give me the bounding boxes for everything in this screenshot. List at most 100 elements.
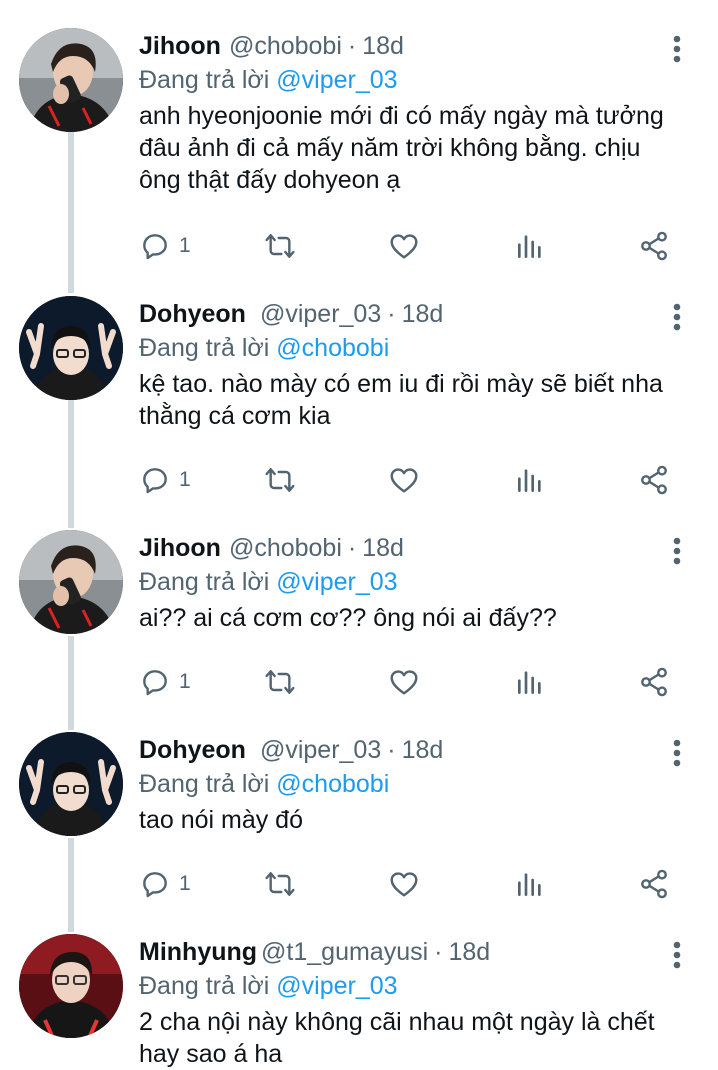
more-options-button[interactable] [664, 534, 690, 568]
replying-to-label: Đang trả lời [139, 770, 270, 798]
user-handle[interactable]: @viper_03 [260, 736, 381, 765]
replying-to-label: Đang trả lời [139, 568, 270, 596]
user-handle[interactable]: @viper_03 [260, 300, 381, 329]
bar-chart-icon [518, 469, 541, 492]
like-button[interactable] [388, 662, 420, 702]
retweet-arrows-icon [265, 234, 295, 258]
share-nodes-icon [641, 231, 667, 261]
vertical-dots-icon [673, 35, 681, 63]
bar-chart-icon [518, 873, 541, 896]
replying-to-mention[interactable]: @viper_03 [276, 972, 397, 1000]
tweet-header: Dohyeon @viper_03 · 18d [139, 736, 443, 770]
views-button[interactable] [514, 662, 546, 702]
action-bar: 1 [0, 460, 718, 500]
avatar-minhyung[interactable] [19, 934, 123, 1038]
display-name[interactable]: Jihoon [139, 32, 221, 61]
like-button[interactable] [388, 864, 420, 904]
replying-to: Đang trả lời @viper_03 [139, 972, 398, 1001]
speech-bubble-icon [143, 670, 167, 696]
share-nodes-icon [641, 465, 667, 495]
replying-to-label: Đang trả lời [139, 66, 270, 94]
replying-to: Đang trả lời @chobobi [139, 334, 389, 363]
replying-to-mention[interactable]: @chobobi [276, 334, 389, 362]
reply-count: 1 [179, 872, 191, 895]
separator-dot: · [347, 534, 357, 562]
heart-icon [390, 468, 418, 493]
retweet-button[interactable] [262, 662, 298, 702]
reply-count: 1 [179, 468, 191, 491]
replying-to-mention[interactable]: @viper_03 [276, 568, 397, 596]
display-name[interactable]: Minhyung [139, 938, 257, 967]
user-handle[interactable]: @chobobi [229, 32, 342, 61]
avatar-dohyeon[interactable] [19, 296, 123, 400]
retweet-button[interactable] [262, 460, 298, 500]
vertical-dots-icon [673, 303, 681, 331]
heart-icon [390, 670, 418, 695]
speech-bubble-icon [143, 872, 167, 898]
replying-to-mention[interactable]: @chobobi [276, 770, 389, 798]
tweet-header: Minhyung @t1_gumayusi · 18d [139, 938, 490, 972]
share-nodes-icon [641, 869, 667, 899]
thread-line [68, 132, 74, 293]
separator-dot: · [434, 938, 443, 966]
vertical-dots-icon [673, 537, 681, 565]
reply-button[interactable]: 1 [139, 864, 191, 904]
action-bar: 1 [0, 864, 718, 904]
like-button[interactable] [388, 226, 420, 266]
reply-button[interactable]: 1 [139, 226, 191, 266]
share-nodes-icon [641, 667, 667, 697]
like-button[interactable] [388, 460, 420, 500]
more-options-button[interactable] [664, 736, 690, 770]
avatar-dohyeon[interactable] [19, 732, 123, 836]
heart-icon [390, 872, 418, 897]
separator-dot: · [347, 32, 357, 60]
reply-button[interactable]: 1 [139, 662, 191, 702]
tweet-text: anh hyeonjoonie mới đi có mấy ngày mà tư… [139, 102, 664, 194]
avatar-jihoon[interactable] [19, 530, 123, 634]
more-options-button[interactable] [664, 32, 690, 66]
timestamp[interactable]: 18d [402, 736, 444, 765]
share-button[interactable] [638, 864, 670, 904]
user-handle[interactable]: @chobobi [229, 534, 342, 563]
replying-to-label: Đang trả lời [139, 334, 270, 362]
timestamp[interactable]: 18d [449, 938, 491, 967]
retweet-button[interactable] [262, 226, 298, 266]
retweet-button[interactable] [262, 864, 298, 904]
more-options-button[interactable] [664, 938, 690, 972]
bar-chart-icon [518, 671, 541, 694]
timestamp[interactable]: 18d [402, 300, 444, 329]
share-button[interactable] [638, 226, 670, 266]
tweet-header: Jihoon @chobobi · 18d [139, 534, 404, 568]
retweet-arrows-icon [265, 872, 295, 896]
retweet-arrows-icon [265, 670, 295, 694]
reply-count: 1 [179, 670, 191, 693]
user-handle[interactable]: @t1_gumayusi [261, 938, 428, 967]
retweet-arrows-icon [265, 468, 295, 492]
heart-icon [390, 234, 418, 259]
speech-bubble-icon [143, 468, 167, 494]
tweet-text: ai?? ai cá cơm cơ?? ông nói ai đấy?? [139, 604, 557, 632]
replying-to: Đang trả lời @viper_03 [139, 66, 398, 95]
timestamp[interactable]: 18d [362, 534, 404, 563]
display-name[interactable]: Dohyeon [139, 300, 246, 329]
replying-to-mention[interactable]: @viper_03 [276, 66, 397, 94]
avatar-jihoon[interactable] [19, 28, 123, 132]
bar-chart-icon [518, 235, 541, 258]
share-button[interactable] [638, 662, 670, 702]
views-button[interactable] [514, 226, 546, 266]
timestamp[interactable]: 18d [362, 32, 404, 61]
display-name[interactable]: Dohyeon [139, 736, 246, 765]
tweet-header: Dohyeon @viper_03 · 18d [139, 300, 443, 334]
replying-to: Đang trả lời @viper_03 [139, 568, 398, 597]
speech-bubble-icon [143, 234, 167, 260]
views-button[interactable] [514, 460, 546, 500]
replying-to: Đang trả lời @chobobi [139, 770, 389, 799]
tweet-text: 2 cha nội này không cãi nhau một ngày là… [139, 1008, 655, 1068]
reply-count: 1 [179, 234, 191, 257]
more-options-button[interactable] [664, 300, 690, 334]
display-name[interactable]: Jihoon [139, 534, 221, 563]
share-button[interactable] [638, 460, 670, 500]
action-bar: 1 [0, 226, 718, 266]
reply-button[interactable]: 1 [139, 460, 191, 500]
views-button[interactable] [514, 864, 546, 904]
